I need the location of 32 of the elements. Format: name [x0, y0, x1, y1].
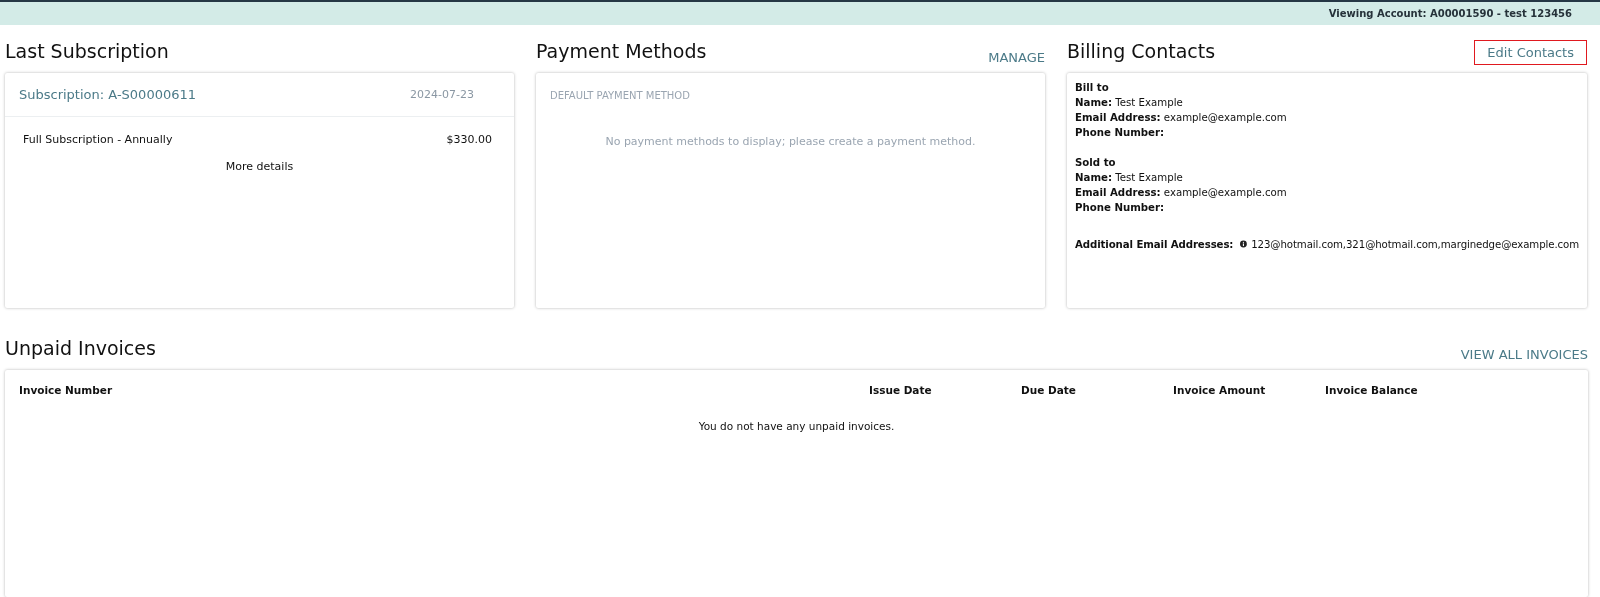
section-title: Unpaid Invoices [5, 335, 156, 360]
contact-heading: Sold to [1075, 155, 1117, 170]
subscription-link[interactable]: Subscription: A-S00000611 [19, 87, 196, 103]
empty-message: No payment methods to display; please create a payment method. [604, 135, 977, 149]
section-title: Payment Methods [536, 39, 707, 64]
info-icon[interactable] [1240, 239, 1248, 250]
account-label: Viewing Account: A00001590 - test 123456 [1328, 7, 1572, 21]
column-header: Invoice Amount [1173, 383, 1267, 396]
contact-field: Phone Number: [1075, 124, 1579, 140]
contact-field: Name: Test Example [1075, 169, 1579, 185]
column-header: Due Date [1021, 383, 1077, 396]
contact-field: Email Address: example@example.com [1075, 184, 1579, 200]
view-all-invoices-link[interactable]: VIEW ALL INVOICES [1460, 346, 1588, 362]
manage-link[interactable]: MANAGE [988, 50, 1045, 66]
edit-contacts-link[interactable]: Edit Contacts [1474, 39, 1587, 65]
contact-heading: Bill to [1075, 80, 1110, 95]
column-header: Invoice Balance [1325, 383, 1419, 396]
contact-field: Email Address: example@example.com [1075, 109, 1579, 125]
section-title: Last Subscription [5, 39, 169, 64]
plan-amount: $330.00 [446, 133, 492, 147]
section-title: Billing Contacts [1067, 38, 1216, 63]
contact-field: Phone Number: [1075, 199, 1579, 215]
empty-message: You do not have any unpaid invoices. [697, 419, 896, 432]
column-header: Issue Date [869, 383, 933, 396]
additional-emails-label: Additional Email Addresses: [1075, 237, 1234, 252]
additional-emails-value: 123@hotmail.com,321@hotmail.com,marginedge@example.com [1251, 237, 1579, 252]
plan-name: Full Subscription - Annually [23, 133, 173, 147]
default-method-label: DEFAULT PAYMENT METHOD [549, 89, 691, 102]
more-details-link[interactable]: More details [225, 160, 294, 174]
column-header: Invoice Number [19, 383, 114, 396]
contact-field: Name: Test Example [1075, 94, 1579, 110]
subscription-date: 2024-07-23 [410, 88, 474, 102]
